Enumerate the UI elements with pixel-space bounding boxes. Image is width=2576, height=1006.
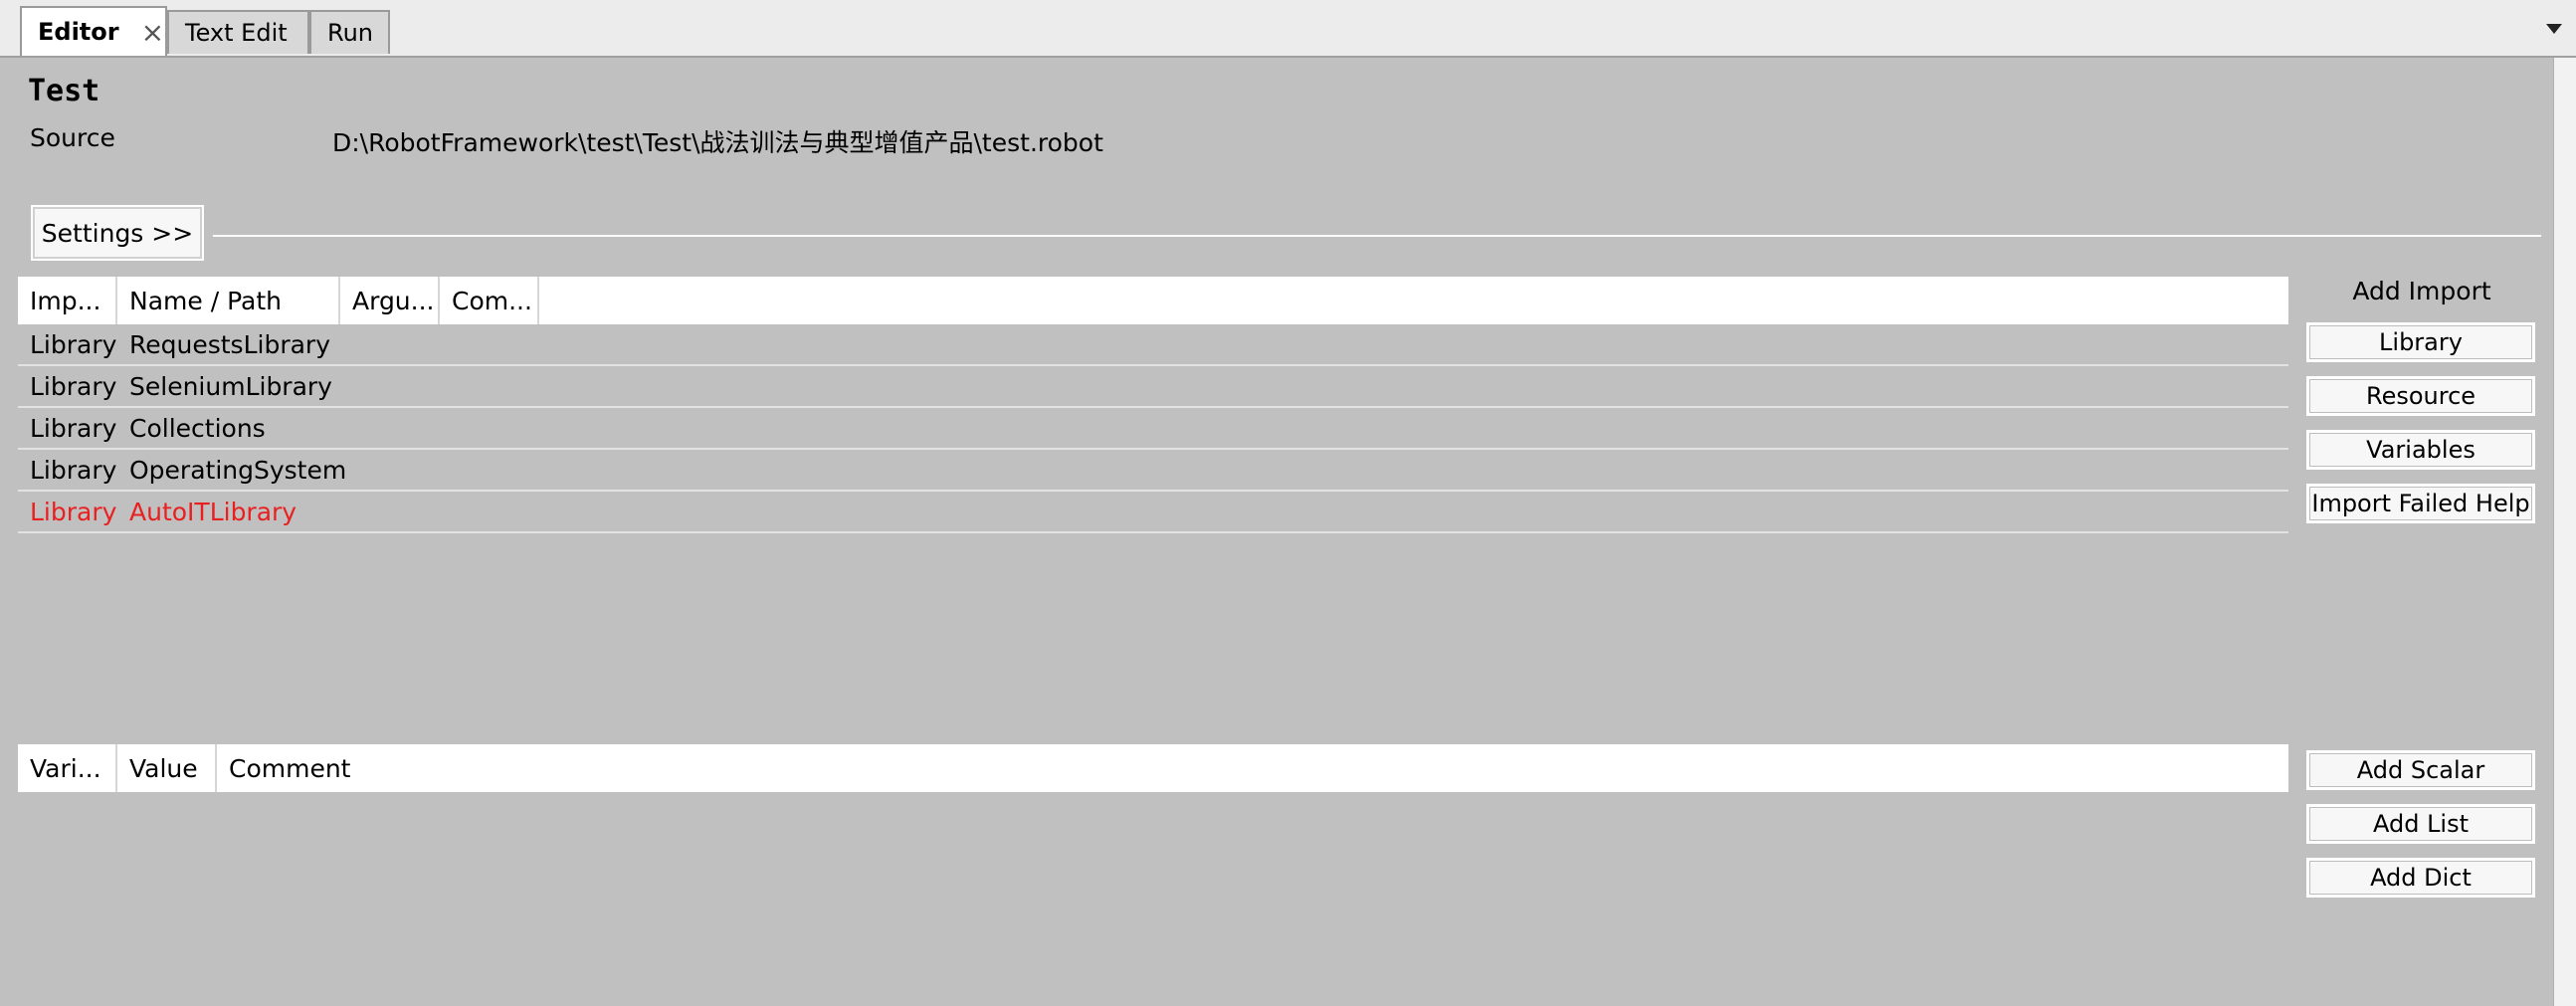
add-scalar-button[interactable]: Add Scalar: [2306, 750, 2535, 790]
settings-divider: [213, 235, 2541, 237]
import-failed-help-button[interactable]: Import Failed Help: [2306, 484, 2535, 523]
import-name[interactable]: RequestsLibrary: [117, 324, 340, 364]
import-type[interactable]: Library: [18, 324, 117, 364]
tab-editor-label: Editor: [38, 18, 119, 46]
right-scroll-edge[interactable]: [2553, 58, 2576, 1006]
table-row-failed[interactable]: Library AutoITLibrary: [18, 492, 2288, 533]
tab-editor[interactable]: Editor ×: [20, 6, 167, 56]
column-header-var-comment[interactable]: Comment: [217, 744, 356, 792]
source-label: Source: [30, 123, 115, 152]
import-name[interactable]: OperatingSystem: [117, 450, 346, 490]
import-type[interactable]: Library: [18, 366, 117, 406]
settings-toggle-button[interactable]: Settings >>: [31, 205, 204, 261]
page-title: Test: [28, 74, 100, 108]
column-header-comment[interactable]: Com...: [440, 277, 539, 324]
import-name[interactable]: SeleniumLibrary: [117, 366, 340, 406]
close-icon[interactable]: ×: [141, 16, 164, 49]
tab-text-edit[interactable]: Text Edit: [167, 10, 309, 54]
add-import-label: Add Import: [2352, 277, 2491, 305]
import-name[interactable]: AutoITLibrary: [117, 492, 340, 531]
table-row[interactable]: Library SeleniumLibrary: [18, 366, 2288, 408]
imports-grid-header: Imp... Name / Path Argu... Com...: [18, 277, 2288, 324]
import-type[interactable]: Library: [18, 450, 117, 490]
column-header-import[interactable]: Imp...: [18, 277, 117, 324]
tab-text-edit-label: Text Edit: [185, 19, 288, 47]
column-header-arguments[interactable]: Argu...: [340, 277, 440, 324]
table-row[interactable]: Library Collections: [18, 408, 2288, 450]
tab-dropdown-icon[interactable]: [2546, 24, 2562, 34]
tab-run-label: Run: [327, 19, 374, 47]
column-header-name-path[interactable]: Name / Path: [117, 277, 340, 324]
add-list-button[interactable]: Add List: [2306, 804, 2535, 844]
table-row[interactable]: Library RequestsLibrary: [18, 324, 2288, 366]
add-dict-button[interactable]: Add Dict: [2306, 858, 2535, 898]
add-variables-button[interactable]: Variables: [2306, 430, 2535, 470]
source-path: D:\RobotFramework\test\Test\战法训法与典型增值产品\…: [332, 128, 1103, 157]
import-type[interactable]: Library: [18, 408, 117, 448]
column-header-variable[interactable]: Vari...: [18, 744, 117, 792]
add-resource-button[interactable]: Resource: [2306, 376, 2535, 416]
add-library-button[interactable]: Library: [2306, 322, 2535, 362]
table-row[interactable]: Library OperatingSystem: [18, 450, 2288, 492]
settings-toggle-label: Settings >>: [41, 218, 194, 248]
import-type[interactable]: Library: [18, 492, 117, 531]
tab-run[interactable]: Run: [309, 10, 390, 54]
tab-bar: Editor × Text Edit Run: [0, 0, 2576, 58]
column-header-value[interactable]: Value: [117, 744, 217, 792]
import-name[interactable]: Collections: [117, 408, 340, 448]
variables-grid-header: Vari... Value Comment: [18, 744, 2288, 792]
